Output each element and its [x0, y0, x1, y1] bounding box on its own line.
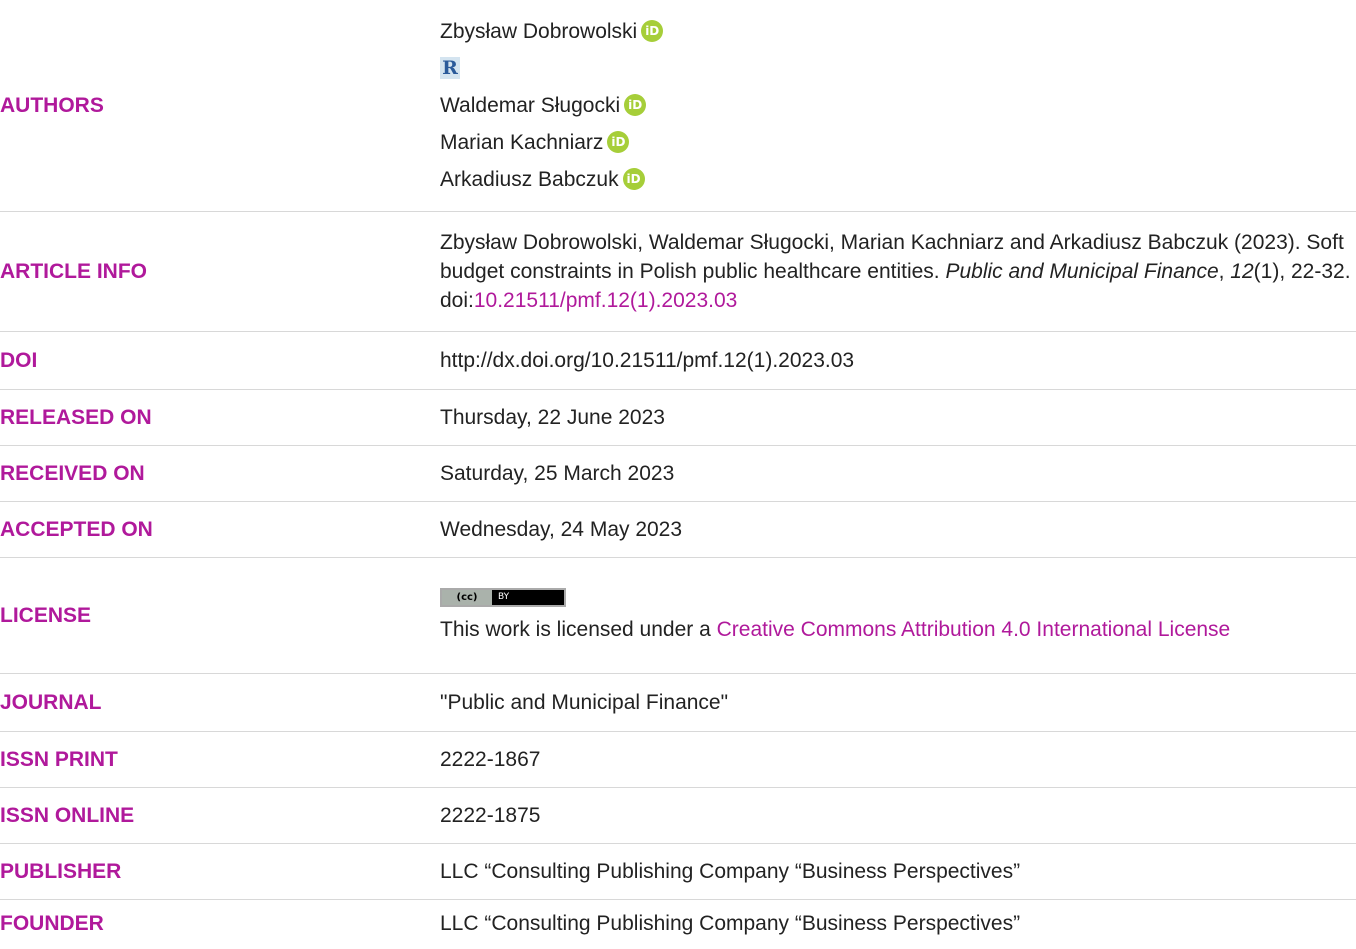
label-received-on: RECEIVED ON — [0, 444, 440, 501]
author-item: Marian Kachniarz iD — [440, 124, 1356, 161]
row-authors: AUTHORS Zbysław Dobrowolski iD R Waldema… — [0, 0, 1356, 211]
article-info-citation: Zbysław Dobrowolski, Waldemar Sługocki, … — [440, 210, 1356, 331]
issn-print-value: 2222-1867 — [440, 730, 1356, 787]
publisher-value: LLC “Consulting Publishing Company “Busi… — [440, 842, 1356, 899]
orcid-icon[interactable]: iD — [641, 20, 664, 43]
row-issn-print: ISSN PRINT 2222-1867 — [0, 730, 1356, 787]
label-accepted-on: ACCEPTED ON — [0, 500, 440, 557]
label-issn-print: ISSN PRINT — [0, 730, 440, 787]
label-article-info: ARTICLE INFO — [0, 210, 440, 331]
orcid-icon[interactable]: iD — [607, 131, 630, 154]
row-doi: DOI http://dx.doi.org/10.21511/pmf.12(1)… — [0, 330, 1356, 389]
citation-journal: Public and Municipal Finance — [945, 259, 1219, 283]
license-text-block: This work is licensed under a Creative C… — [440, 615, 1356, 644]
citation-doi-link[interactable]: 10.21511/pmf.12(1).2023.03 — [474, 289, 737, 312]
label-authors: AUTHORS — [0, 93, 104, 117]
author-item: Waldemar Sługocki iD — [440, 87, 1356, 124]
row-founder: FOUNDER LLC “Consulting Publishing Compa… — [0, 898, 1356, 947]
cc-by-badge[interactable]: (cc) BY — [440, 588, 566, 607]
label-publisher: PUBLISHER — [0, 842, 440, 899]
row-released-on: RELEASED ON Thursday, 22 June 2023 — [0, 388, 1356, 445]
journal-value: "Public and Municipal Finance" — [440, 672, 1356, 731]
license-value: (cc) BY This work is licensed under a Cr… — [440, 556, 1356, 673]
author-item: Zbysław Dobrowolski iD — [440, 13, 1356, 50]
cc-badge-text: cc — [461, 592, 473, 603]
label-founder: FOUNDER — [0, 898, 440, 947]
label-issn-online: ISSN ONLINE — [0, 786, 440, 843]
license-link[interactable]: Creative Commons Attribution 4.0 Interna… — [717, 618, 1231, 641]
row-issn-online: ISSN ONLINE 2222-1875 — [0, 786, 1356, 843]
row-license: LICENSE (cc) BY This work is licensed un… — [0, 556, 1356, 673]
released-on-value: Thursday, 22 June 2023 — [440, 388, 1356, 445]
accepted-on-value: Wednesday, 24 May 2023 — [440, 500, 1356, 557]
row-article-info: ARTICLE INFO Zbysław Dobrowolski, Waldem… — [0, 210, 1356, 331]
author-name[interactable]: Arkadiusz Babczuk — [440, 165, 619, 194]
orcid-icon[interactable]: iD — [622, 168, 645, 191]
label-journal: JOURNAL — [0, 672, 440, 731]
author-name[interactable]: Zbysław Dobrowolski — [440, 17, 637, 46]
row-journal: JOURNAL "Public and Municipal Finance" — [0, 672, 1356, 731]
cc-badge-left: (cc) — [442, 590, 492, 605]
authors-list: Zbysław Dobrowolski iD R Waldemar Sługoc… — [440, 0, 1356, 211]
doi-value: http://dx.doi.org/10.21511/pmf.12(1).202… — [440, 330, 1356, 389]
article-metadata-table: AUTHORS Zbysław Dobrowolski iD R Waldema… — [0, 0, 1356, 947]
orcid-icon[interactable]: iD — [624, 94, 647, 117]
citation-sep: , — [1218, 259, 1231, 283]
label-license: LICENSE — [0, 556, 440, 673]
researcherid-row: R — [440, 50, 1356, 87]
received-on-value: Saturday, 25 March 2023 — [440, 444, 1356, 501]
author-item: Arkadiusz Babczuk iD — [440, 161, 1356, 198]
license-text: This work is licensed under a — [440, 618, 717, 641]
row-publisher: PUBLISHER LLC “Consulting Publishing Com… — [0, 842, 1356, 899]
issn-online-value: 2222-1875 — [440, 786, 1356, 843]
label-released-on: RELEASED ON — [0, 388, 440, 445]
row-accepted-on: ACCEPTED ON Wednesday, 24 May 2023 — [0, 500, 1356, 557]
author-name[interactable]: Marian Kachniarz — [440, 128, 603, 157]
founder-value: LLC “Consulting Publishing Company “Busi… — [440, 898, 1356, 947]
label-doi: DOI — [0, 330, 440, 389]
author-name[interactable]: Waldemar Sługocki — [440, 91, 620, 120]
citation-volume: 12 — [1230, 259, 1254, 283]
researcherid-icon[interactable]: R — [440, 57, 460, 80]
row-received-on: RECEIVED ON Saturday, 25 March 2023 — [0, 444, 1356, 501]
by-badge-text: BY — [498, 592, 510, 602]
